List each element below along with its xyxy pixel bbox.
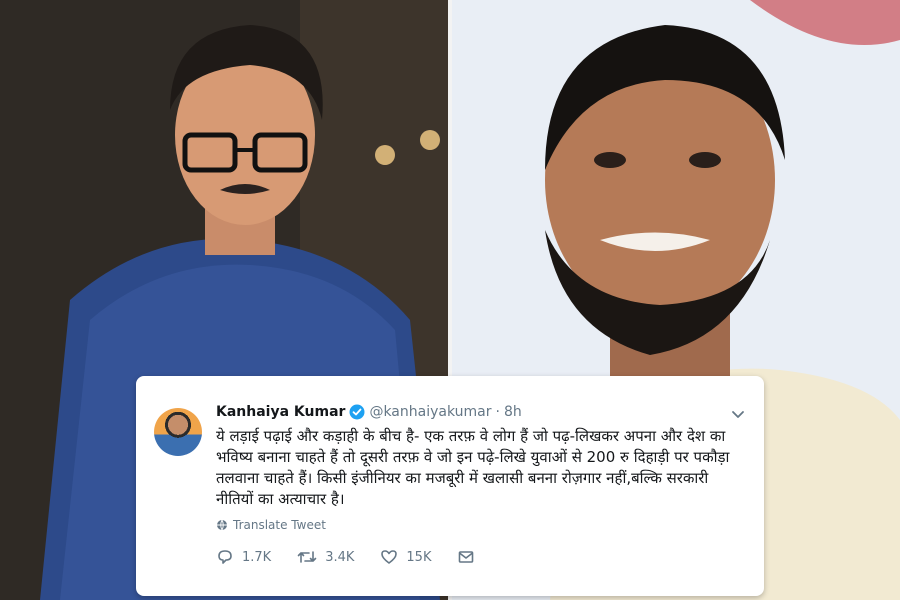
globe-icon [217, 519, 227, 531]
retweet-icon [297, 551, 317, 563]
tweet-card: Kanhaiya Kumar @kanhaiyakumar · 8h ये लड… [136, 376, 764, 596]
envelope-icon [459, 551, 474, 563]
tweet-actions: 1.7K 3.4K 15K [216, 548, 509, 566]
retweet-count: 3.4K [325, 549, 355, 565]
like-count: 15K [406, 549, 432, 565]
like-button[interactable]: 15K [380, 548, 431, 566]
translate-tweet-label: Translate Tweet [233, 518, 326, 532]
reply-icon [218, 550, 232, 564]
verified-badge-icon [349, 404, 365, 420]
author-name[interactable]: Kanhaiya Kumar [216, 404, 345, 420]
heart-icon [381, 550, 398, 564]
reply-button[interactable]: 1.7K [216, 548, 271, 566]
translate-tweet-link[interactable]: Translate Tweet [216, 518, 326, 532]
tweet-header: Kanhaiya Kumar @kanhaiyakumar · 8h [216, 404, 522, 420]
author-handle[interactable]: @kanhaiyakumar [369, 404, 491, 420]
retweet-button[interactable]: 3.4K [297, 548, 354, 566]
chevron-down-icon[interactable] [730, 406, 746, 422]
reply-count: 1.7K [242, 549, 272, 565]
separator: · [495, 404, 500, 420]
tweet-time[interactable]: 8h [504, 404, 522, 420]
tweet-text: ये लड़ाई पढ़ाई और कड़ाही के बीच है- एक त… [216, 427, 730, 508]
direct-message-button[interactable] [457, 548, 483, 566]
avatar[interactable] [154, 408, 202, 456]
